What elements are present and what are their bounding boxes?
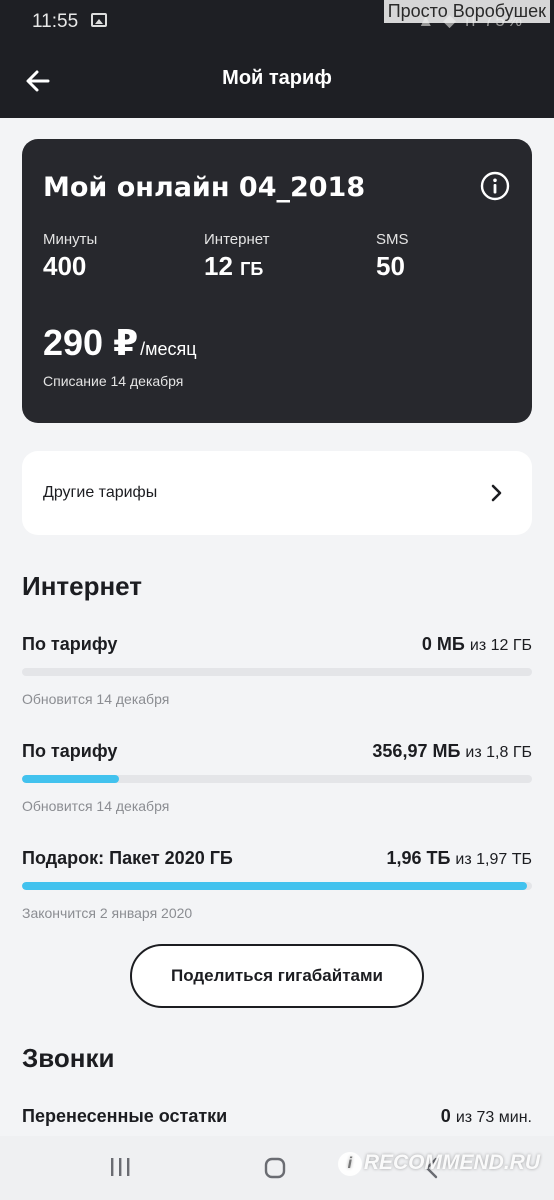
minutes-value: 400 [43,251,87,281]
internet-package-row: По тарифу 0 МБ из 12 ГБ Обновится 14 дек… [22,634,532,707]
calls-section-title: Звонки [22,1043,115,1073]
sms-label: SMS [376,231,409,248]
sms-value: 50 [376,251,405,281]
tariff-price: 290 ₽/месяц [43,322,197,364]
watermark-site: i RECOMMEND.RU [337,1151,540,1176]
package-renew-note: Обновится 14 декабря [22,798,170,814]
usage-progress-fill [22,775,119,783]
internet-value: 12 ГБ [204,251,269,282]
internet-value-number: 12 [204,251,233,281]
minutes-stat: Минуты 400 [43,231,97,282]
sms-stat: SMS 50 [376,231,409,282]
package-used: 356,97 МБ [372,741,461,761]
usage-progress-bar [22,775,532,783]
tariff-card: Мой онлайн 04_2018 Минуты 400 Интернет 1… [22,139,532,423]
usage-progress-fill [22,882,527,890]
package-title: По тарифу [22,741,118,761]
calls-carryover-row: Перенесенные остатки 0 из 73 мин. [22,1106,532,1127]
info-icon [480,171,510,201]
package-used: 1,96 ТБ [386,848,451,868]
package-usage: 0 МБ из 12 ГБ [422,634,532,655]
internet-stat: Интернет 12 ГБ [204,231,269,282]
price-amount: 290 ₽ [43,322,139,363]
package-total: из 1,97 ТБ [455,851,532,868]
usage-progress-bar [22,882,532,890]
carryover-title: Перенесенные остатки [22,1106,228,1126]
info-button[interactable] [480,171,510,201]
status-time: 11:55 [32,11,79,32]
other-tariffs-link[interactable]: Другие тарифы [22,451,532,535]
package-total: из 12 ГБ [469,637,532,654]
minutes-label: Минуты [43,231,98,248]
package-usage: 1,96 ТБ из 1,97 ТБ [386,848,532,869]
watermark-site-text: RECOMMEND.RU [363,1151,540,1174]
package-total: из 1,8 ГБ [465,744,532,761]
chevron-right-icon [491,484,502,502]
charge-date: Списание 14 декабря [43,373,184,389]
carryover-total: из 73 мин. [455,1109,532,1126]
internet-label: Интернет [204,231,270,248]
package-title: Подарок: Пакет 2020 ГБ [22,848,233,868]
internet-package-row: Подарок: Пакет 2020 ГБ 1,96 ТБ из 1,97 Т… [22,848,532,921]
package-renew-note: Обновится 14 декабря [22,691,170,707]
package-used: 0 МБ [421,634,465,654]
internet-value-unit: ГБ [240,259,264,279]
internet-section-title: Интернет [22,571,143,601]
watermark-author: Просто Воробушек [383,0,550,23]
recent-apps-icon[interactable] [108,1156,132,1178]
package-usage: 356,97 МБ из 1,8 ГБ [372,741,532,762]
tariff-name: Мой онлайн 04_2018 [43,172,366,203]
carryover-usage: 0 из 73 мин. [441,1106,532,1127]
home-icon[interactable] [263,1156,287,1180]
package-title: По тарифу [22,634,118,654]
price-period: /месяц [140,339,197,359]
usage-progress-bar [22,668,532,676]
gallery-notification-icon [91,13,107,27]
package-expire-note: Закончится 2 января 2020 [22,905,193,921]
carryover-used: 0 [440,1106,451,1126]
share-gigabytes-button[interactable]: Поделиться гигабайтами [130,944,424,1008]
watermark-badge: i [337,1152,362,1176]
other-tariffs-label: Другие тарифы [43,484,158,501]
internet-package-row: По тарифу 356,97 МБ из 1,8 ГБ Обновится … [22,741,532,814]
page-title: Мой тариф [222,67,332,89]
